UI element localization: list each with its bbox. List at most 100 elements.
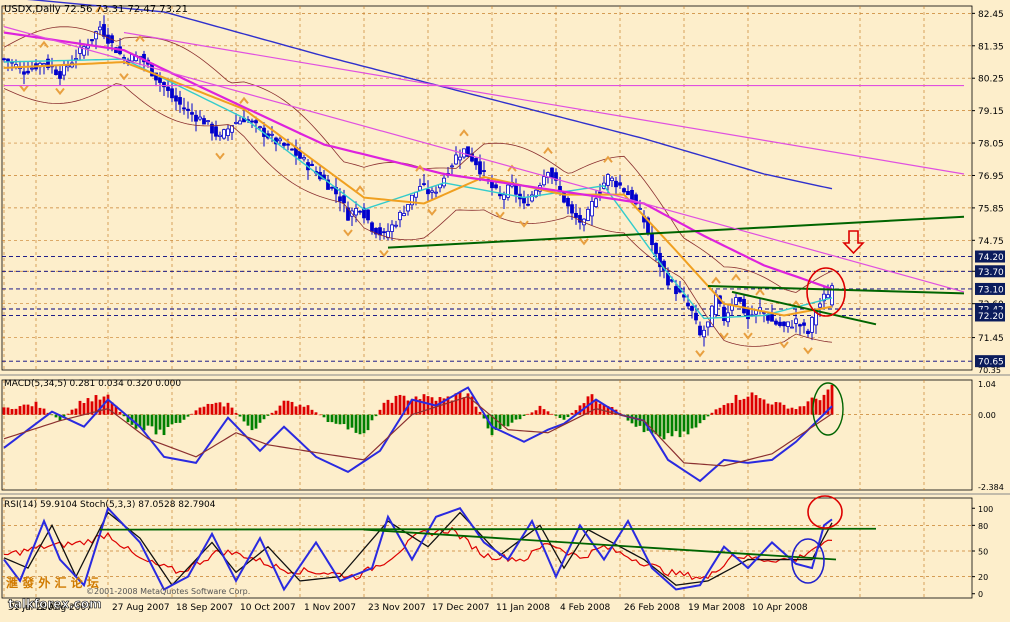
macd-histogram-bar <box>166 414 170 427</box>
macd-histogram-bar <box>302 406 306 415</box>
candle-body <box>398 211 402 221</box>
macd-histogram-bar <box>522 414 526 416</box>
candle-body <box>358 210 362 213</box>
macd-tick-label: -2.384 <box>978 483 1004 492</box>
price-tick-label: 81.35 <box>978 42 1004 52</box>
candle-body <box>158 77 162 83</box>
candle-body <box>738 297 742 302</box>
macd-histogram-bar <box>42 408 46 415</box>
candle-body <box>798 324 802 327</box>
macd-histogram-bar <box>526 413 530 415</box>
price-tick-label: 79.15 <box>978 107 1004 117</box>
chart-canvas[interactable]: 31 Jul 20072 Aug 2007 27 Aug 2007 18 Sep 2… <box>0 0 1010 618</box>
macd-histogram-bar <box>750 392 754 415</box>
candle-body <box>278 138 282 142</box>
macd-histogram-bar <box>282 400 286 415</box>
level-label: 74.20 <box>978 253 1004 263</box>
candle-body <box>30 67 34 70</box>
macd-histogram-bar <box>226 402 230 415</box>
candle-body <box>590 201 594 217</box>
macd-histogram-bar <box>390 402 394 415</box>
candle-body <box>238 120 242 125</box>
macd-histogram-bar <box>682 414 686 432</box>
candle-body <box>26 70 30 74</box>
candle-body <box>614 180 618 188</box>
candle-body <box>610 177 614 182</box>
candle-body <box>90 39 94 42</box>
macd-histogram-bar <box>326 414 330 423</box>
macd-histogram-bar <box>194 410 198 415</box>
macd-histogram-bar <box>726 403 730 415</box>
candle-body <box>214 126 218 137</box>
candle-body <box>58 71 62 79</box>
candle-body <box>698 325 702 336</box>
candle-body <box>170 88 174 99</box>
candle-body <box>342 195 346 204</box>
candle-body <box>22 71 26 75</box>
candle-body <box>630 189 634 201</box>
candle-body <box>474 158 478 166</box>
macd-histogram-bar <box>814 398 818 415</box>
rsi-tick-label: 80 <box>978 522 988 531</box>
macd-histogram-bar <box>458 391 462 415</box>
macd-histogram-bar <box>782 404 786 415</box>
candle-body <box>702 329 706 338</box>
candle-body <box>626 191 630 196</box>
time-axis-label: 4 Feb 2008 <box>560 603 611 613</box>
macd-histogram-bar <box>534 410 538 415</box>
candle-body <box>706 321 710 328</box>
macd-histogram-bar <box>30 406 34 415</box>
candle-body <box>74 58 78 60</box>
macd-histogram-bar <box>162 414 166 436</box>
macd-histogram-bar <box>262 414 266 420</box>
macd-histogram-bar <box>106 394 110 415</box>
macd-histogram-bar <box>514 414 518 420</box>
macd-histogram-bar <box>538 405 542 415</box>
macd-histogram-bar <box>758 398 762 415</box>
macd-histogram-bar <box>530 412 534 415</box>
candle-body <box>746 308 750 320</box>
macd-histogram-bar <box>462 397 466 415</box>
candle-body <box>694 312 698 321</box>
macd-histogram-bar <box>790 407 794 415</box>
macd-histogram-bar <box>694 414 698 428</box>
macd-histogram-bar <box>738 399 742 415</box>
macd-histogram-bar <box>658 414 662 437</box>
macd-histogram-bar <box>70 409 74 415</box>
macd-histogram-bar <box>566 414 570 418</box>
price-tick-label: 78.05 <box>978 140 1004 150</box>
macd-histogram-bar <box>286 400 290 415</box>
time-axis-label: 10 Apr 2008 <box>752 603 808 613</box>
macd-histogram-bar <box>22 404 26 415</box>
candle-body <box>390 224 394 232</box>
macd-histogram-bar <box>230 407 234 415</box>
candle-body <box>818 303 822 308</box>
candle-body <box>102 24 106 37</box>
candle-body <box>478 161 482 175</box>
macd-histogram-bar <box>510 414 514 423</box>
candle-body <box>178 97 182 105</box>
candle-body <box>226 128 230 136</box>
candle-body <box>254 120 258 124</box>
candle-body <box>234 121 238 124</box>
candle-body <box>550 167 554 179</box>
candle-body <box>802 322 806 326</box>
macd-histogram-bar <box>754 395 758 415</box>
macd-histogram-bar <box>38 407 42 415</box>
candle-body <box>442 177 446 187</box>
candle-body <box>282 142 286 146</box>
macd-histogram-bar <box>14 408 18 415</box>
rsi-tick-label: 50 <box>978 547 988 556</box>
macd-histogram-bar <box>686 414 690 435</box>
macd-histogram-bar <box>454 393 458 415</box>
macd-histogram-bar <box>78 400 82 415</box>
macd-histogram-bar <box>630 414 634 424</box>
macd-histogram-bar <box>278 405 282 415</box>
macd-histogram-bar <box>214 402 218 415</box>
macd-histogram-bar <box>698 414 702 424</box>
macd-histogram-bar <box>678 414 682 438</box>
macd-histogram-bar <box>506 414 510 427</box>
macd-histogram-bar <box>666 414 670 434</box>
candle-body <box>618 182 622 186</box>
macd-histogram-bar <box>358 414 362 435</box>
